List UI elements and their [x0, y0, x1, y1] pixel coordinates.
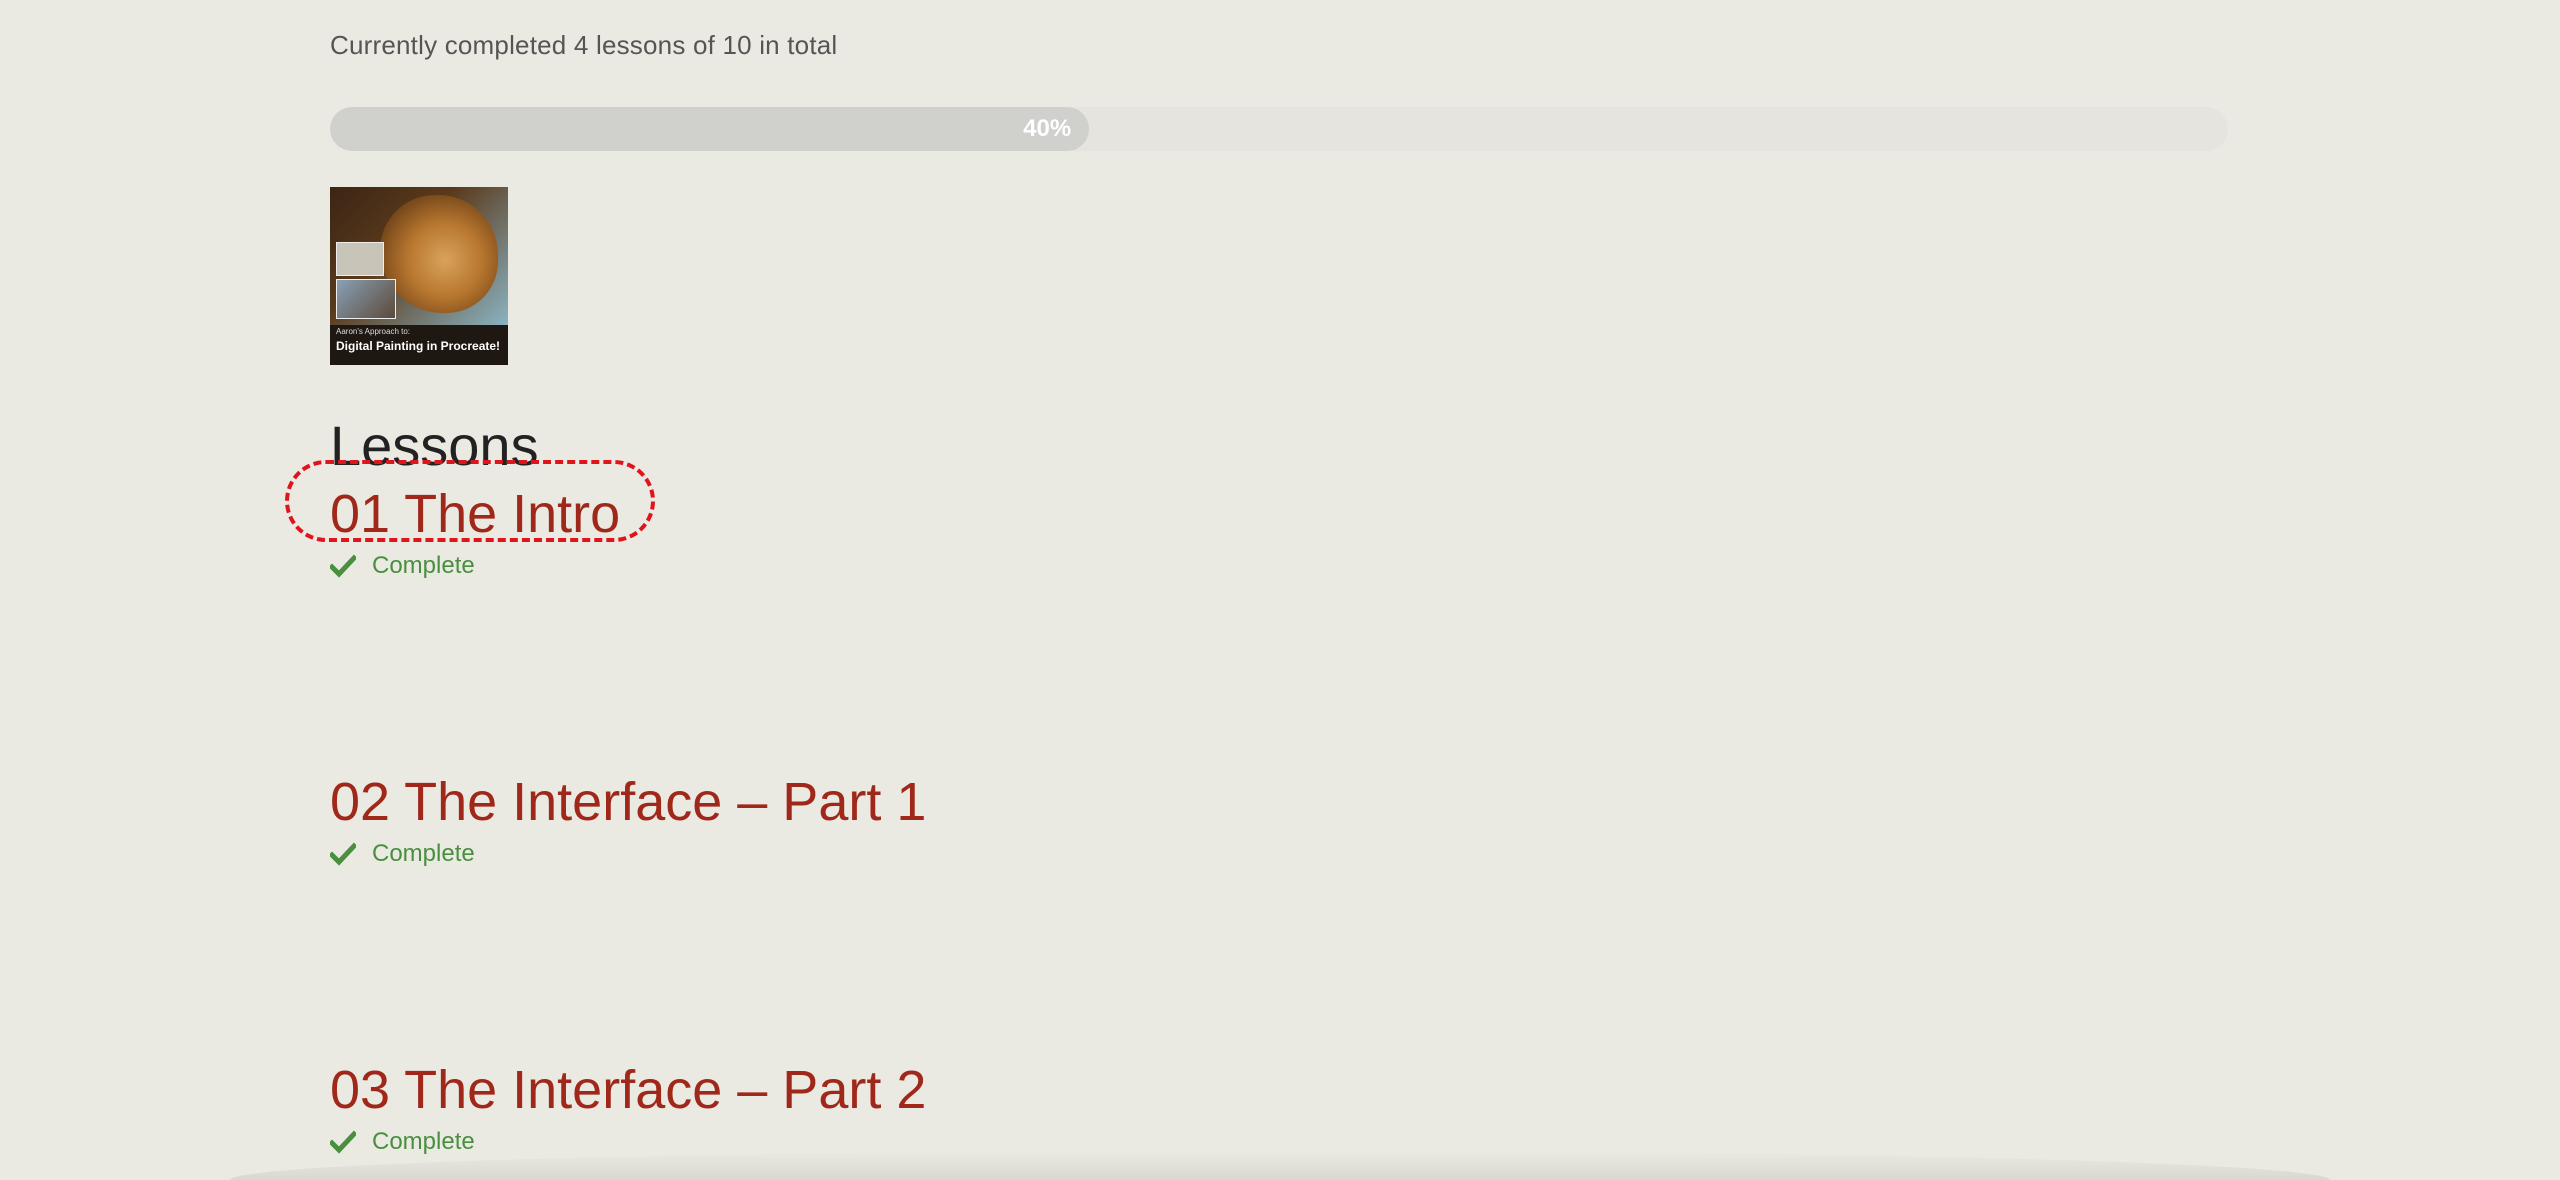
lesson-link[interactable]: 02 The Interface – Part 1 — [330, 770, 926, 834]
thumbnail-inset-image — [336, 242, 384, 276]
checkmark-icon — [330, 1130, 356, 1154]
progress-summary: Currently completed 4 lessons of 10 in t… — [330, 30, 838, 60]
progress-percent-label: 40% — [1023, 115, 1072, 142]
checkmark-icon — [330, 554, 356, 578]
lesson-status-label: Complete — [372, 552, 475, 579]
checkmark-icon — [330, 842, 356, 866]
lessons-heading: Lessons — [330, 414, 539, 477]
lesson-status-label: Complete — [372, 1128, 475, 1155]
progress-bar: 40% — [330, 107, 2228, 151]
lesson-link[interactable]: 03 The Interface – Part 2 — [330, 1058, 926, 1122]
lesson-status: Complete — [330, 840, 926, 868]
lesson-status-label: Complete — [372, 840, 475, 867]
thumbnail-subcaption: Aaron's Approach to: — [336, 327, 411, 336]
lesson-item: 02 The Interface – Part 1 Complete — [330, 770, 926, 868]
lesson-item: 01 The Intro Complete — [285, 460, 655, 580]
course-thumbnail[interactable]: Aaron's Approach to: Digital Painting in… — [330, 187, 508, 365]
lesson-item: 03 The Interface – Part 2 Complete — [330, 1058, 926, 1156]
thumbnail-inset-image — [336, 279, 396, 319]
lesson-link[interactable]: 01 The Intro — [330, 482, 620, 546]
progress-bar-fill: 40% — [330, 107, 1090, 151]
lesson-status: Complete — [330, 552, 620, 580]
thumbnail-caption: Digital Painting in Procreate! — [336, 339, 501, 353]
